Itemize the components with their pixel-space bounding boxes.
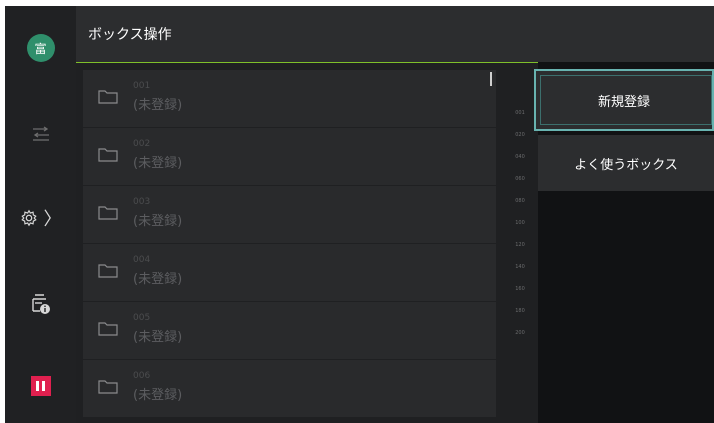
box-row[interactable]: 005 (未登録): [83, 302, 496, 359]
jump-index-item[interactable]: 001: [505, 110, 535, 116]
box-list: 001 (未登録) 002 (未登録) 003 (未登録) 004 (未登録) …: [83, 70, 496, 423]
printer-info-icon: [31, 294, 50, 314]
box-row[interactable]: 003 (未登録): [83, 186, 496, 243]
jump-index-item[interactable]: 080: [505, 198, 535, 204]
box-name: (未登録): [133, 156, 183, 171]
jump-index-item[interactable]: 060: [505, 176, 535, 182]
scroll-indicator[interactable]: [490, 72, 492, 86]
pause-icon: [30, 376, 51, 396]
frequent-boxes-button[interactable]: よく使うボックス: [538, 135, 714, 191]
folder-icon: [98, 148, 118, 162]
transfer-icon: [32, 126, 49, 141]
box-name: (未登録): [133, 98, 183, 113]
box-name: (未登録): [133, 214, 183, 229]
folder-icon: [98, 322, 118, 336]
jump-index-item[interactable]: 020: [505, 132, 535, 138]
jump-index-item[interactable]: 180: [505, 308, 535, 314]
left-rail: 富 〉: [5, 6, 76, 423]
box-number: 005: [133, 313, 151, 323]
box-row[interactable]: 006 (未登録): [83, 360, 496, 417]
box-name: (未登録): [133, 272, 183, 287]
new-registration-button[interactable]: 新規登録: [534, 69, 714, 131]
settings-button[interactable]: 〉: [5, 198, 76, 238]
box-number: 006: [133, 371, 151, 381]
jump-index-item[interactable]: 140: [505, 264, 535, 270]
new-registration-label: 新規登録: [597, 94, 650, 110]
transfer-button[interactable]: [5, 114, 76, 154]
jump-index-item[interactable]: 100: [505, 220, 535, 226]
box-name: (未登録): [133, 330, 183, 345]
box-name: (未登録): [133, 388, 183, 403]
jump-index-item[interactable]: 040: [505, 154, 535, 160]
folder-icon: [98, 206, 118, 220]
page-title: ボックス操作: [88, 27, 172, 43]
box-operation-screen: 富 〉 ボックス操作 001 (未登録) 002 (未登録) 003 (未登録)…: [5, 6, 714, 423]
folder-icon: [98, 90, 118, 104]
box-number: 001: [133, 81, 151, 91]
box-number: 004: [133, 255, 151, 265]
box-row[interactable]: 002 (未登録): [83, 128, 496, 185]
chevron-right-icon: 〉: [43, 209, 62, 230]
box-row[interactable]: 001 (未登録): [83, 70, 496, 127]
gear-icon: [20, 209, 37, 227]
jump-index-item[interactable]: 160: [505, 286, 535, 292]
pause-button[interactable]: [5, 366, 76, 406]
box-row[interactable]: 004 (未登録): [83, 244, 496, 301]
folder-icon: [98, 264, 118, 278]
header-bar: ボックス操作: [76, 6, 714, 63]
jump-index-item[interactable]: 120: [505, 242, 535, 248]
box-number: 003: [133, 197, 151, 207]
folder-icon: [98, 380, 118, 394]
avatar: 富: [26, 34, 55, 62]
printer-info-button[interactable]: [5, 284, 76, 324]
jump-index-item[interactable]: 200: [505, 330, 535, 336]
user-avatar-button[interactable]: 富: [5, 28, 76, 68]
box-number: 002: [133, 139, 151, 149]
